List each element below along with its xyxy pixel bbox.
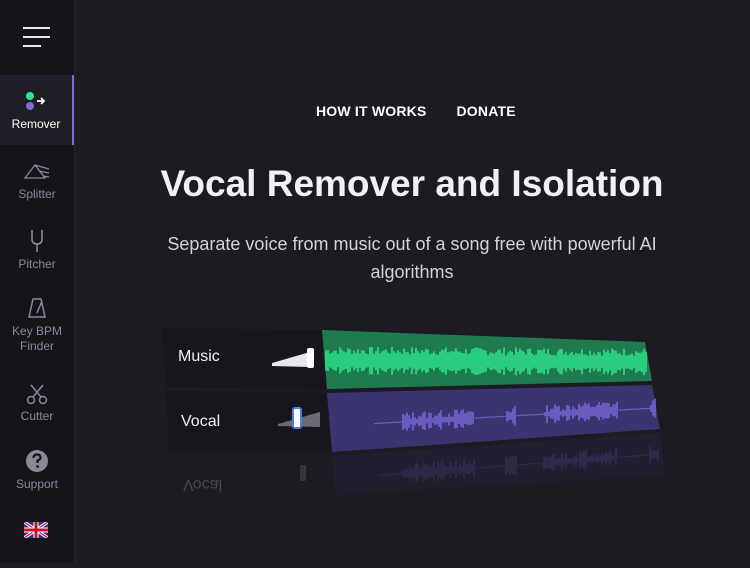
sidebar-item-bpm[interactable]: Key BPM Finder xyxy=(0,290,74,360)
waveform-graphic xyxy=(160,328,670,563)
scissors-icon xyxy=(26,383,48,405)
sidebar-item-label: Cutter xyxy=(20,409,54,420)
help-icon xyxy=(25,449,49,473)
sidebar-item-support[interactable]: Support xyxy=(0,435,74,505)
track-label-vocal-reflection: Vocal xyxy=(183,476,223,493)
remover-icon xyxy=(24,89,48,113)
uk-flag-icon xyxy=(23,520,49,540)
page-title: Vocal Remover and Isolation xyxy=(160,163,664,204)
sidebar: Remover Splitter Pitcher Key BPM Finder xyxy=(0,0,75,563)
top-nav: HOW IT WORKS DONATE xyxy=(316,103,516,119)
language-button[interactable] xyxy=(23,520,49,543)
sidebar-item-label: Remover xyxy=(11,116,61,131)
metronome-icon xyxy=(27,296,47,320)
sidebar-item-remover[interactable]: Remover xyxy=(0,75,74,145)
nav-donate[interactable]: DONATE xyxy=(457,103,516,119)
sidebar-item-pitcher[interactable]: Pitcher xyxy=(0,215,74,285)
track-label-music: Music xyxy=(178,348,220,365)
sidebar-item-label: Support xyxy=(15,476,59,491)
sidebar-item-label: Splitter xyxy=(18,186,56,201)
splitter-icon xyxy=(23,159,51,183)
nav-how-it-works[interactable]: HOW IT WORKS xyxy=(316,103,427,119)
hamburger-icon xyxy=(23,27,50,47)
sidebar-item-label: Pitcher xyxy=(18,256,56,271)
page-subtitle: Separate voice from music out of a song … xyxy=(167,234,657,282)
tuning-fork-icon xyxy=(29,229,45,253)
menu-button[interactable] xyxy=(0,0,74,74)
track-label-vocal: Vocal xyxy=(181,413,221,430)
track-illustration: Music Vocal Vocal xyxy=(160,325,670,563)
sidebar-item-splitter[interactable]: Splitter xyxy=(0,145,74,215)
sidebar-item-label: Key BPM Finder xyxy=(11,324,62,353)
sidebar-item-cutter[interactable]: Cutter xyxy=(0,365,74,420)
